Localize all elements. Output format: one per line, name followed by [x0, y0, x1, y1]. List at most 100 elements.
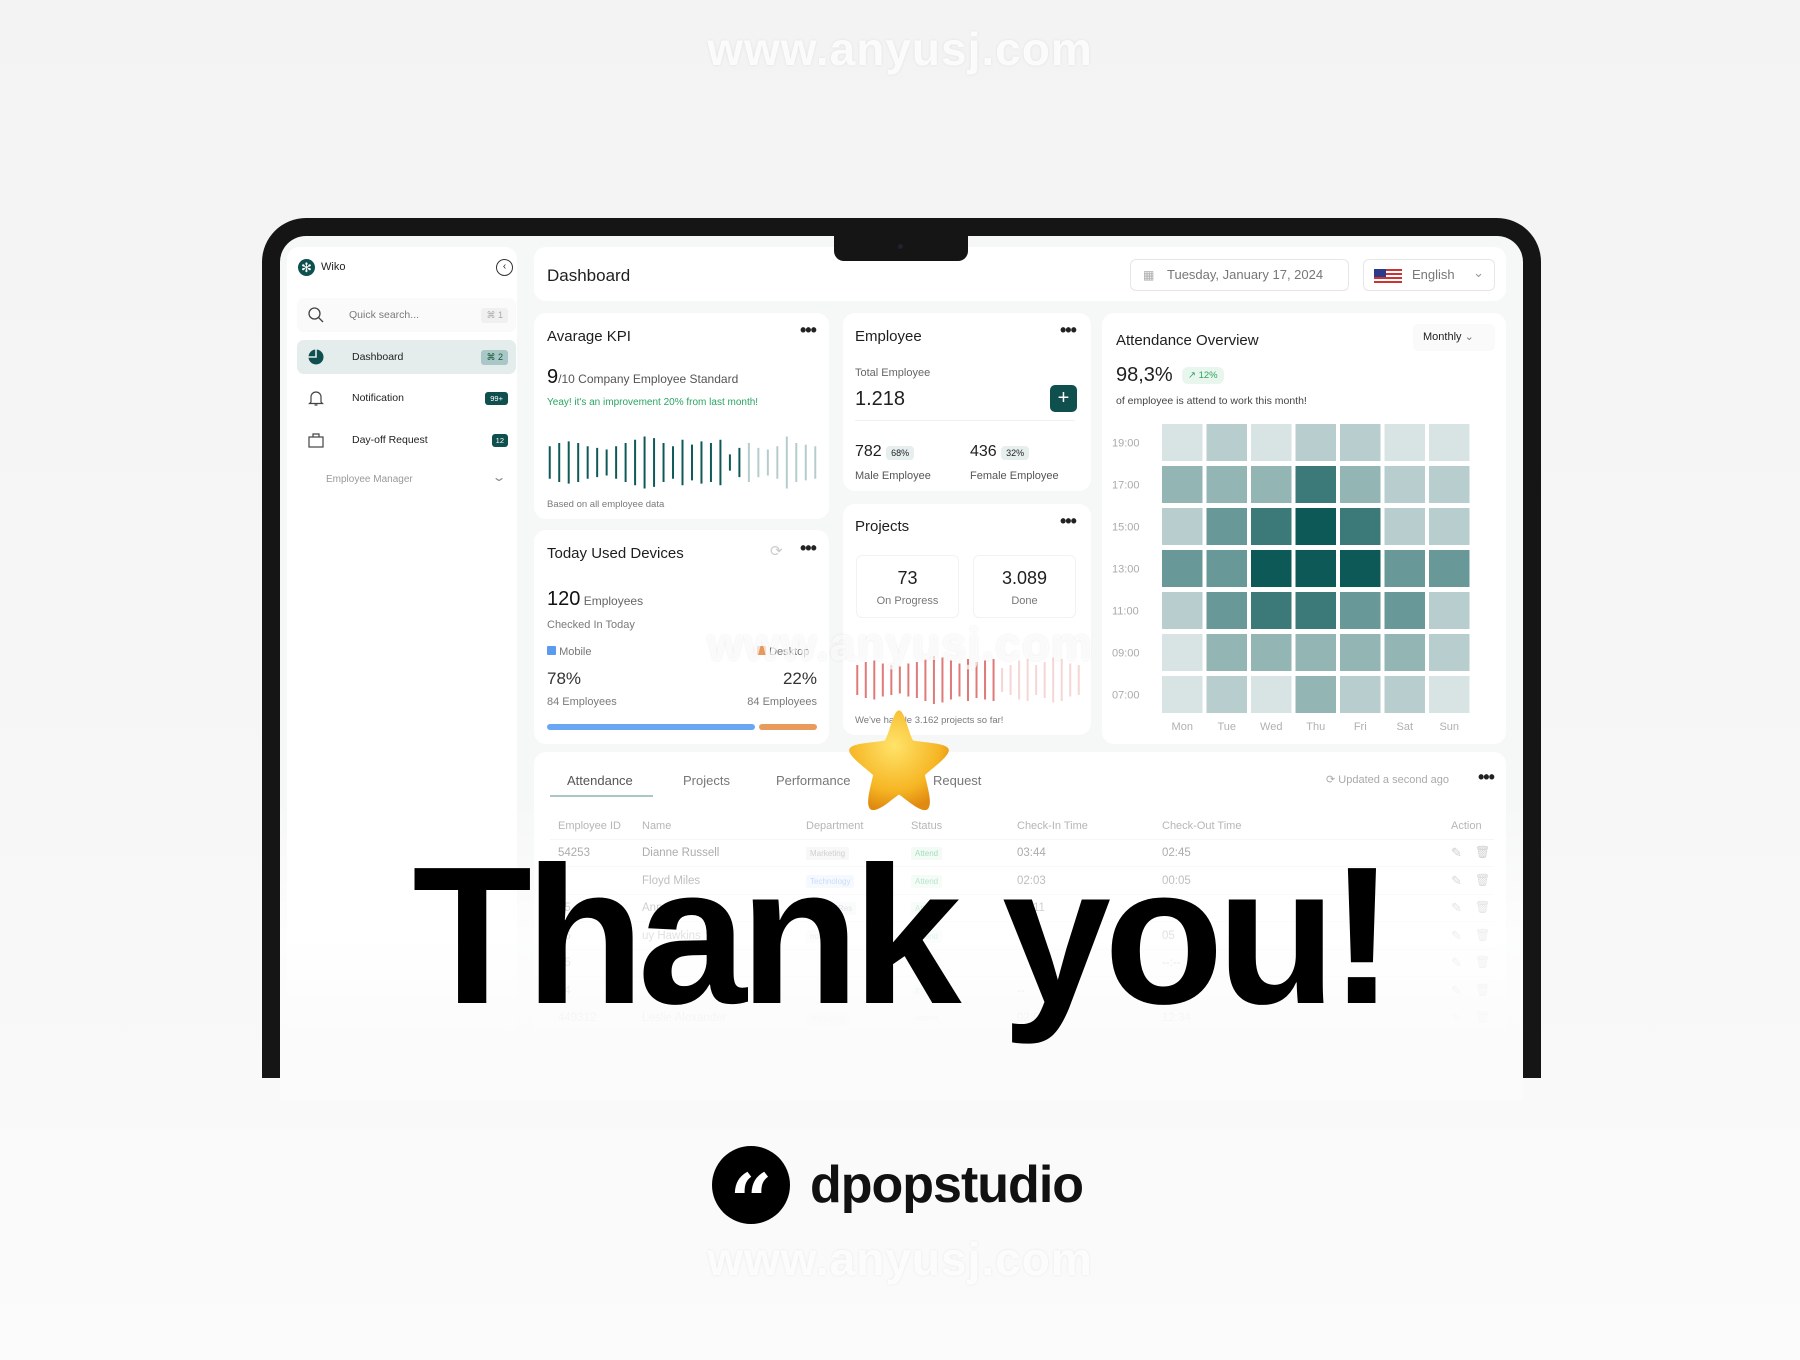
employee-title: Employee: [855, 328, 922, 345]
heatmap-cell: [1295, 550, 1336, 587]
heatmap-cell: [1384, 424, 1425, 461]
more-icon[interactable]: •••: [1060, 320, 1077, 341]
heatmap-row-label: 17:00: [1112, 480, 1140, 492]
more-icon[interactable]: •••: [800, 538, 817, 559]
heatmap-cell: [1251, 508, 1292, 545]
bell-icon: [308, 391, 324, 406]
more-icon[interactable]: •••: [1060, 511, 1077, 532]
sidebar-item-dashboard[interactable]: Dashboard ⌘ 2: [297, 340, 516, 374]
desktop-percent: 22%: [782, 669, 817, 688]
heatmap-row-label: 15:00: [1112, 522, 1140, 534]
heatmap-cell: [1384, 466, 1425, 503]
sidebar-item-day-off-request[interactable]: Day-off Request 12: [297, 423, 516, 457]
refresh-icon: ⟳: [1326, 774, 1336, 786]
more-icon[interactable]: •••: [800, 320, 817, 341]
heatmap-cell: [1340, 676, 1381, 713]
heatmap-column-label: Wed: [1260, 721, 1282, 733]
heatmap-cell: [1340, 550, 1381, 587]
heatmap-row-label: 13:00: [1112, 564, 1140, 576]
sidebar-item-notification[interactable]: Notification 99+: [297, 381, 516, 415]
attendance-subtitle: of employee is attend to work this month…: [1116, 395, 1307, 407]
period-select[interactable]: Monthly ⌄: [1413, 324, 1495, 351]
sidebar-section-employee-manager[interactable]: Employee Manager: [326, 474, 413, 485]
kpi-footnote: Based on all employee data: [547, 499, 665, 510]
heatmap-cell: [1295, 424, 1336, 461]
heatmap-column-label: Tue: [1217, 721, 1236, 733]
trend-badge: ↗ 12%: [1182, 367, 1224, 384]
heatmap-cell: [1162, 466, 1203, 503]
star-icon: [845, 706, 953, 814]
heatmap-cell: [1340, 508, 1381, 545]
attendance-heatmap: 19:0017:0015:0013:0011:0009:0007:00Mon Tu…: [1112, 424, 1470, 733]
done-stat: 3.089 Done: [973, 555, 1076, 618]
heatmap-cell: [1162, 508, 1203, 545]
brand-logo-icon: ✻: [298, 259, 315, 276]
heatmap-column-label: Sat: [1396, 721, 1413, 733]
refresh-icon[interactable]: ⟳: [770, 542, 783, 560]
dashboard-icon: [308, 349, 324, 365]
heatmap-cell: [1251, 424, 1292, 461]
calendar-icon: ▦: [1143, 268, 1155, 282]
add-employee-button[interactable]: +: [1050, 385, 1077, 412]
header: [534, 247, 1506, 301]
studio-name: dpopstudio: [810, 1156, 1084, 1214]
tab-performance[interactable]: Performance: [776, 773, 850, 788]
date-picker[interactable]: ▦ Tuesday, January 17, 2024: [1130, 259, 1349, 291]
kpi-improvement: Yeay! it's an improvement 20% from last …: [547, 397, 759, 408]
mobile-employees: 84 Employees: [547, 696, 617, 708]
kpi-title: Avarage KPI: [547, 328, 631, 345]
heatmap-cell: [1295, 508, 1336, 545]
heatmap-cell: [1206, 508, 1247, 545]
heatmap-cell: [1429, 424, 1470, 461]
more-icon[interactable]: •••: [1478, 767, 1495, 788]
heatmap-cell: [1162, 550, 1203, 587]
page-title: Dashboard: [547, 266, 631, 285]
heatmap-column-label: Thu: [1306, 721, 1325, 733]
watermark: www.anyusj.com: [707, 1233, 1093, 1285]
heatmap-cell: [1429, 466, 1470, 503]
trend-up-icon: ↗: [1188, 370, 1196, 381]
watermark: www.anyusj.com: [707, 23, 1093, 75]
heatmap-cell: [1206, 424, 1247, 461]
heatmap-column-label: Sun: [1439, 721, 1459, 733]
heatmap-cell: [1162, 424, 1203, 461]
heatmap-row-label: 19:00: [1112, 438, 1140, 450]
us-flag-icon: [1374, 269, 1402, 284]
heatmap-cell: [1251, 676, 1292, 713]
chevron-down-icon: ⌄: [1473, 265, 1484, 280]
watermark: www.anyusj.com: [707, 618, 1093, 670]
attendance-rate: 98,3%: [1116, 364, 1173, 386]
chevron-down-icon[interactable]: ⌄: [491, 470, 506, 484]
collapse-sidebar-button[interactable]: ‹: [496, 259, 513, 276]
bag-icon: [308, 433, 324, 448]
heatmap-cell: [1340, 466, 1381, 503]
desktop-usage-bar: [758, 724, 817, 730]
tab-attendance[interactable]: Attendance: [567, 773, 633, 788]
kpi-score: 9/10 Company Employee Standard: [547, 366, 739, 388]
female-count: 436 32%: [970, 443, 1030, 461]
heatmap-cell: [1206, 466, 1247, 503]
heatmap-cell: [1206, 550, 1247, 587]
search-icon: [308, 307, 324, 323]
heatmap-cell: [1162, 676, 1203, 713]
language-select[interactable]: English ⌄: [1363, 259, 1495, 291]
desktop-employees: 84 Employees: [747, 696, 817, 708]
heatmap-cell: [1384, 550, 1425, 587]
projects-title: Projects: [855, 518, 910, 535]
heatmap-row-label: 07:00: [1112, 690, 1140, 702]
devices-count: 120 Employees: [547, 588, 644, 610]
heatmap-cell: [1295, 676, 1336, 713]
heatmap-cell: [1429, 508, 1470, 545]
tab-projects[interactable]: Projects: [683, 773, 730, 788]
mobile-percent: 78%: [547, 669, 582, 688]
quick-search-input[interactable]: Quick search... ⌘ 1: [297, 298, 516, 332]
heatmap-cell: [1384, 508, 1425, 545]
heatmap-cell: [1429, 676, 1470, 713]
heatmap-cell: [1384, 676, 1425, 713]
heatmap-column-label: Mon: [1172, 721, 1193, 733]
divider: [855, 420, 1075, 421]
dpopstudio-logo-icon: “: [712, 1146, 790, 1245]
mobile-usage-bar: [547, 724, 755, 730]
attendance-title: Attendance Overview: [1116, 332, 1259, 349]
heatmap-cell: [1295, 466, 1336, 503]
